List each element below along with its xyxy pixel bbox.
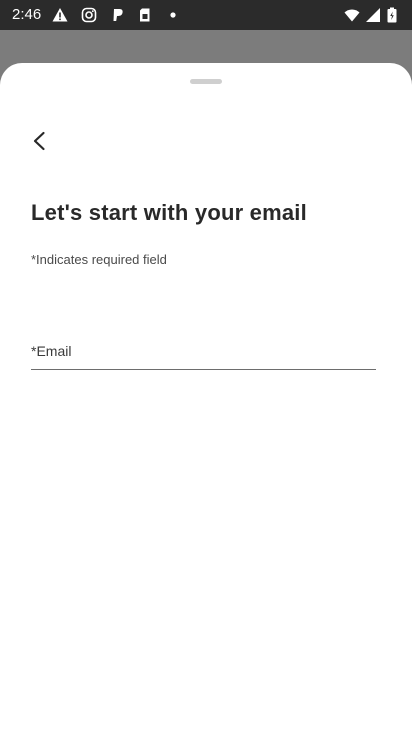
email-input[interactable] — [31, 331, 376, 369]
signal-icon — [365, 7, 381, 23]
paypal-icon — [110, 7, 126, 23]
status-bar: 2:46 — [0, 0, 412, 30]
instagram-icon — [81, 7, 97, 23]
email-bottom-sheet: Let's start with your email *Indicates r… — [0, 63, 412, 732]
sim-card-icon — [137, 7, 153, 23]
warning-icon — [52, 7, 68, 23]
chevron-left-icon — [29, 130, 51, 152]
back-button[interactable] — [22, 123, 58, 159]
drag-handle[interactable] — [190, 79, 222, 84]
email-field[interactable]: *Email — [31, 331, 376, 371]
email-field-underline — [31, 369, 376, 370]
required-field-note: *Indicates required field — [31, 252, 167, 267]
wifi-icon — [344, 7, 360, 23]
page-title: Let's start with your email — [31, 200, 307, 225]
battery-icon — [386, 7, 398, 23]
dot-icon — [165, 7, 181, 23]
status-time: 2:46 — [12, 6, 42, 23]
